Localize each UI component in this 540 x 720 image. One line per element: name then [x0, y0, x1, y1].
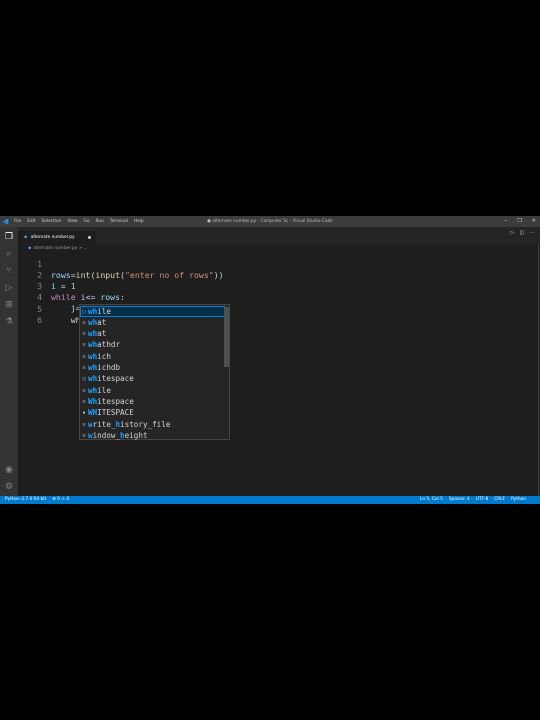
code-line[interactable]: 4 j=1: [18, 281, 85, 313]
suggestion-label: which: [88, 351, 111, 361]
unsaved-dot-icon[interactable]: [88, 236, 91, 239]
suggestion-item[interactable]: ◫ whitespace: [80, 373, 225, 384]
split-editor-icon[interactable]: ◫: [519, 230, 524, 236]
suggestion-item[interactable]: ≡ window_height: [80, 430, 225, 441]
explorer-icon[interactable]: ❐: [3, 231, 15, 243]
account-icon[interactable]: ◉: [3, 464, 15, 476]
suggestion-label: whitespace: [88, 374, 134, 384]
suggestion-item[interactable]: ▪ WHITESPACE: [80, 407, 225, 418]
code-text: while i<= rows:: [51, 292, 125, 302]
window-controls: ─ ❐ ✕: [504, 216, 536, 227]
minimize-button[interactable]: ─: [504, 216, 507, 227]
suggestion-label: whichdb: [88, 363, 121, 372]
python-file-icon: ◆: [24, 235, 28, 240]
code-line[interactable]: 6: [18, 304, 48, 325]
code-line[interactable]: 1 rows=int(input("enter no of rows")): [18, 248, 224, 280]
suggestion-item[interactable]: ≡ whathdr: [80, 339, 225, 350]
word-icon: ≡: [82, 421, 86, 428]
close-button[interactable]: ✕: [532, 216, 536, 227]
constant-icon: ▪: [82, 410, 86, 417]
code-line[interactable]: 2 i = 1: [18, 259, 76, 291]
editor-tabs: ◆ alternate number.py ▷ ◫ ···: [18, 227, 540, 244]
suggestion-item[interactable]: ≡ while: [80, 385, 225, 396]
suggestion-item[interactable]: ≡ write_history_file: [80, 419, 225, 430]
variable-icon: ◫: [82, 376, 86, 383]
suggestion-item[interactable]: ≡ what: [80, 317, 225, 328]
language-mode[interactable]: Python: [511, 496, 526, 504]
suggestion-item[interactable]: ≡ what: [80, 328, 225, 339]
word-icon: ≡: [82, 353, 86, 360]
encoding[interactable]: UTF-8: [476, 496, 489, 504]
word-icon: ≡: [82, 342, 86, 349]
problems-count[interactable]: ⊗ 0 ⚠ 0: [52, 496, 69, 504]
code-text: wh: [51, 315, 81, 325]
run-debug-icon[interactable]: ▷: [3, 282, 15, 294]
word-icon: ≡: [82, 387, 86, 394]
suggestion-item[interactable]: ≡ whichdb: [80, 362, 225, 373]
code-line[interactable]: 5 wh: [18, 293, 81, 325]
status-bar: Python 3.7.0 64-bit ⊗ 0 ⚠ 0 Ln 5, Col 5 …: [0, 496, 540, 504]
word-icon: ≡: [82, 432, 86, 439]
vscode-window: File Edit Selection View Go Run Terminal Help ●…: [0, 216, 540, 504]
word-icon: ≡: [82, 319, 86, 326]
indentation[interactable]: Spaces: 4: [449, 496, 470, 504]
settings-gear-icon[interactable]: ⚙: [3, 481, 15, 493]
testing-icon[interactable]: ⚗: [3, 316, 15, 328]
code-text: rows=int(input("enter no of rows")): [51, 270, 224, 280]
code-line[interactable]: 3 while i<= rows:: [18, 270, 125, 302]
python-interpreter[interactable]: Python 3.7.0 64-bit: [5, 496, 46, 504]
suggestion-label: window_height: [88, 430, 148, 440]
maximize-button[interactable]: ❐: [517, 216, 521, 227]
suggestion-label: whathdr: [88, 340, 121, 350]
suggestion-label: what: [88, 329, 107, 339]
suggestions-scrollbar[interactable]: [224, 307, 229, 367]
activity-bar: ❐ ⌕ ⑂ ▷ ⊞ ⚗ ◉ ⚙: [0, 227, 18, 504]
source-control-icon[interactable]: ⑂: [3, 265, 15, 277]
cursor-position[interactable]: Ln 5, Col 5: [420, 496, 443, 504]
run-file-icon[interactable]: ▷: [511, 230, 515, 236]
tab-label: alternate number.py: [30, 235, 75, 240]
editor-actions: ▷ ◫ ···: [511, 230, 534, 236]
suggestion-label: WHITESPACE: [88, 408, 134, 418]
suggestion-item[interactable]: □ while: [80, 305, 225, 317]
editor-scrollbar[interactable]: [538, 244, 539, 496]
title-bar: File Edit Selection View Go Run Terminal Help ●…: [0, 216, 540, 227]
autocomplete-suggestions[interactable]: □ while ≡ what ≡ what ≡ whathdr ≡ which ≡ whichdb ◫ w…: [79, 304, 230, 440]
search-icon[interactable]: ⌕: [3, 248, 15, 260]
extensions-icon[interactable]: ⊞: [3, 299, 15, 311]
window-title: ● alternate number.py - Computer Sc - Vi…: [207, 219, 333, 224]
more-actions-icon[interactable]: ···: [529, 230, 534, 236]
suggestion-label: while: [88, 306, 111, 316]
word-icon: ≡: [82, 398, 86, 405]
keyword-icon: □: [82, 308, 86, 315]
line-ending[interactable]: CRLF: [494, 496, 505, 504]
suggestion-label: Whitespace: [88, 396, 134, 406]
word-icon: ≡: [82, 331, 86, 338]
suggestion-item[interactable]: ≡ which: [80, 351, 225, 362]
suggestion-item[interactable]: ≡ Whitespace: [80, 396, 225, 407]
code-text: i = 1: [51, 281, 76, 291]
word-icon: ≡: [82, 365, 86, 371]
suggestion-label: write_history_file: [88, 419, 171, 429]
suggestion-label: while: [88, 385, 111, 395]
suggestion-label: what: [88, 317, 107, 327]
tab-alternate-number[interactable]: ◆ alternate number.py: [18, 231, 96, 244]
